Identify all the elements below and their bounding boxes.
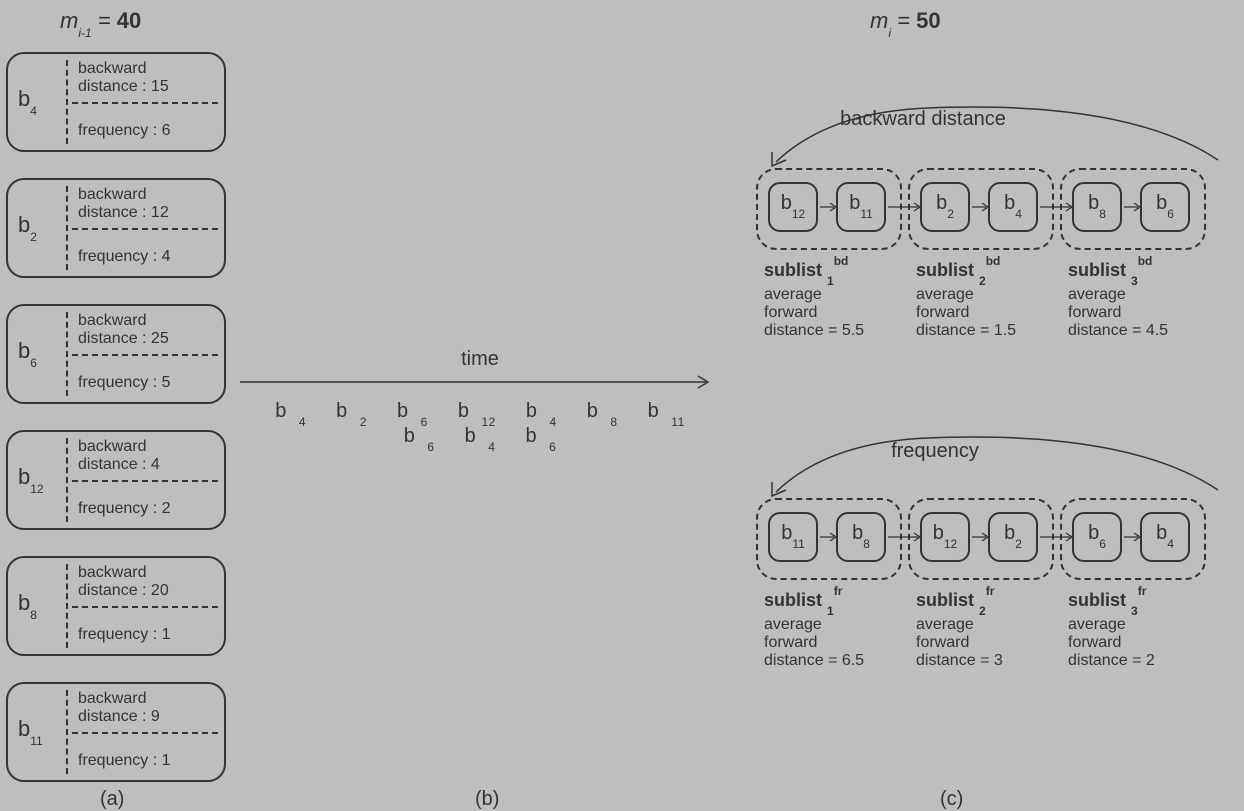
bd-sublabel-3: sublist 3bd: [1068, 258, 1152, 284]
fr-node-5: b4: [1140, 512, 1190, 562]
header-right-m: m: [870, 8, 888, 33]
time-label: time: [250, 348, 710, 371]
box-hline: [72, 102, 218, 104]
fr-sublabel-2: sublist 2fr: [916, 588, 994, 614]
box-b6: b6 backwarddistance : 25 frequency : 5: [6, 304, 226, 404]
header-left: mi-1 = 40: [60, 8, 141, 36]
header-left-idx: i-1: [78, 26, 91, 40]
time-arrow: [238, 370, 718, 394]
box-hline: [72, 480, 218, 482]
bd-node-3: b4: [988, 182, 1038, 232]
box-b8: b8 backwarddistance : 20 frequency : 1: [6, 556, 226, 656]
box-fr: frequency : 1: [78, 626, 171, 644]
box-b11: b11 backwarddistance : 9 frequency : 1: [6, 682, 226, 782]
box-fr: frequency : 5: [78, 374, 171, 392]
bd-node-4: b8: [1072, 182, 1122, 232]
header-right-val: 50: [916, 8, 940, 33]
box-bd: backwarddistance : 25: [78, 312, 169, 348]
header-left-eq: =: [92, 8, 117, 33]
box-vline: [66, 186, 68, 270]
header-right-eq: =: [891, 8, 916, 33]
box-id: b6: [18, 338, 37, 366]
fr-node-2: b12: [920, 512, 970, 562]
bd-sublabel-2: sublist 2bd: [916, 258, 1000, 284]
box-bd: backwarddistance : 4: [78, 438, 160, 474]
box-b4: b4 backwarddistance : 15 frequency : 6: [6, 52, 226, 152]
box-bd: backwarddistance : 20: [78, 564, 169, 600]
box-vline: [66, 312, 68, 396]
box-id: b12: [18, 464, 44, 492]
fr-node-4: b6: [1072, 512, 1122, 562]
fr-node-3: b2: [988, 512, 1038, 562]
box-fr: frequency : 2: [78, 500, 171, 518]
box-vline: [66, 690, 68, 774]
bd-node-1: b11: [836, 182, 886, 232]
box-fr: frequency : 4: [78, 248, 171, 266]
box-vline: [66, 60, 68, 144]
bd-node-2: b2: [920, 182, 970, 232]
box-hline: [72, 354, 218, 356]
header-left-m: m: [60, 8, 78, 33]
header-right: mi = 50: [870, 8, 941, 36]
sequence: b4 b2 b6 b12 b4 b8 b11 b6 b4 b6: [250, 400, 710, 450]
box-fr: frequency : 6: [78, 122, 171, 140]
box-vline: [66, 564, 68, 648]
box-hline: [72, 228, 218, 230]
box-bd: backwarddistance : 12: [78, 186, 169, 222]
bd-title: backward distance: [828, 108, 1018, 131]
bd-sublabel-1: sublist 1bd: [764, 258, 848, 284]
fr-avg-3: averageforwarddistance = 2: [1068, 616, 1155, 670]
bd-node-5: b6: [1140, 182, 1190, 232]
bd-avg-2: averageforwarddistance = 1.5: [916, 286, 1016, 340]
header-left-val: 40: [117, 8, 141, 33]
bd-avg-1: averageforwarddistance = 5.5: [764, 286, 864, 340]
box-hline: [72, 732, 218, 734]
box-b2: b2 backwarddistance : 12 frequency : 4: [6, 178, 226, 278]
fr-node-0: b11: [768, 512, 818, 562]
fr-avg-1: averageforwarddistance = 6.5: [764, 616, 864, 670]
box-id: b2: [18, 212, 37, 240]
box-bd: backwarddistance : 9: [78, 690, 160, 726]
fr-sublabel-1: sublist 1fr: [764, 588, 842, 614]
box-id: b4: [18, 86, 37, 114]
fr-title: frequency: [860, 440, 1010, 463]
fr-avg-2: averageforwarddistance = 3: [916, 616, 1003, 670]
box-id: b11: [18, 716, 43, 744]
box-id: b8: [18, 590, 37, 618]
box-hline: [72, 606, 218, 608]
box-b12: b12 backwarddistance : 4 frequency : 2: [6, 430, 226, 530]
bd-node-0: b12: [768, 182, 818, 232]
box-fr: frequency : 1: [78, 752, 171, 770]
bd-avg-3: averageforwarddistance = 4.5: [1068, 286, 1168, 340]
fr-sublabel-3: sublist 3fr: [1068, 588, 1146, 614]
box-vline: [66, 438, 68, 522]
header-right-idx: i: [888, 26, 891, 40]
box-bd: backwarddistance : 15: [78, 60, 169, 96]
fr-node-1: b8: [836, 512, 886, 562]
